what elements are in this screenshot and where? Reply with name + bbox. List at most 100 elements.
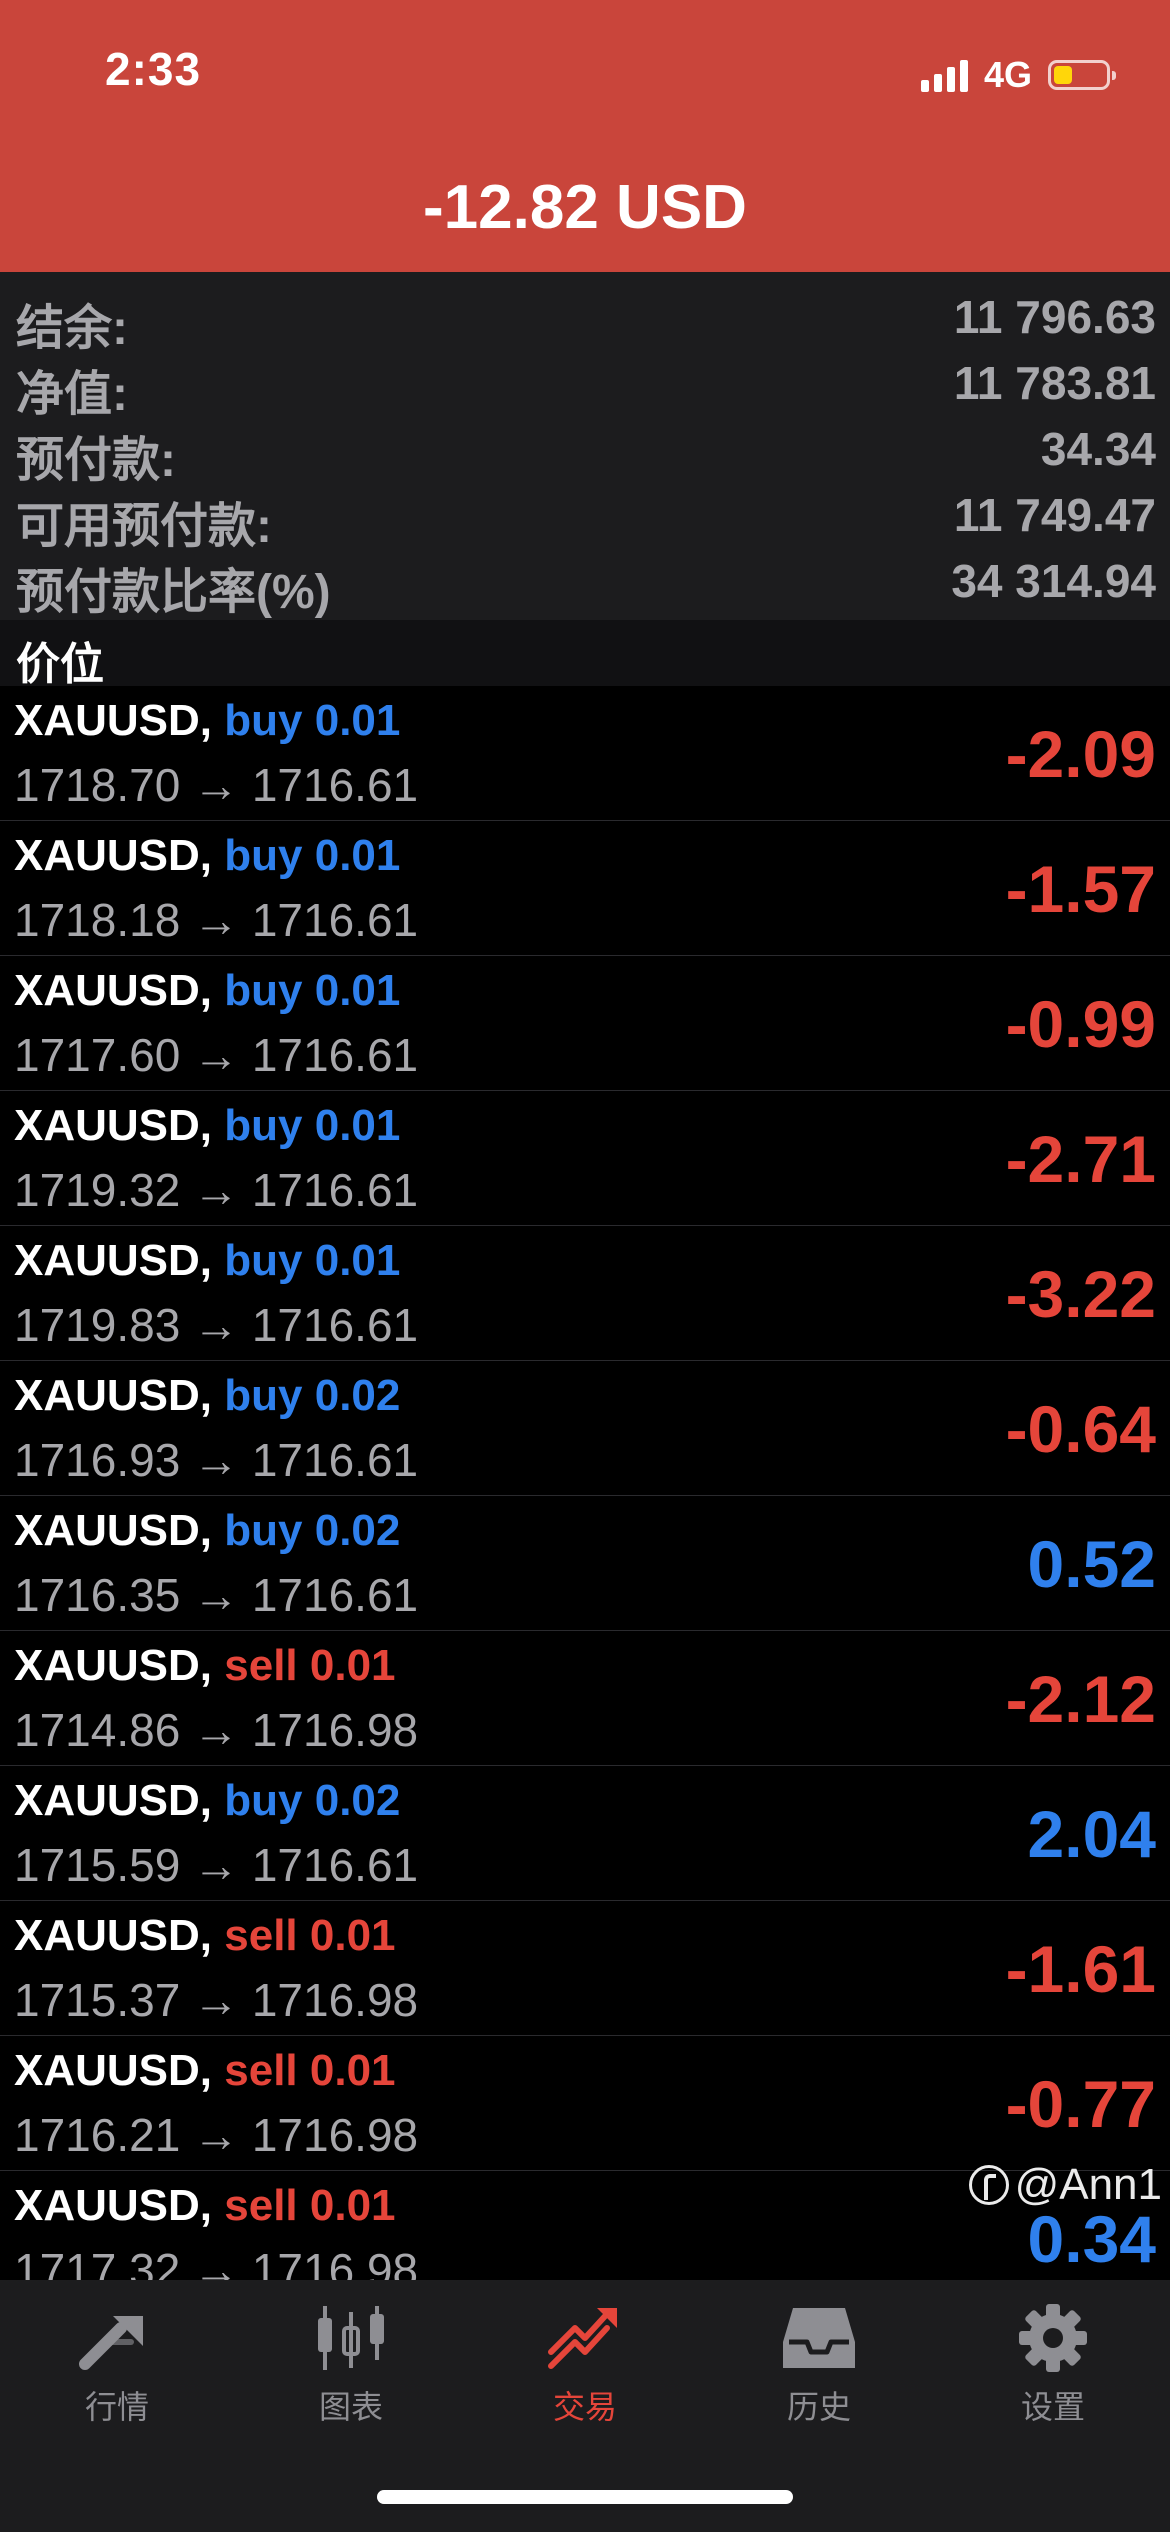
position-title: XAUUSD, sell 0.01: [14, 2046, 396, 2096]
position-side: buy: [224, 1776, 303, 1825]
position-profit: -2.09: [1005, 717, 1156, 791]
home-indicator[interactable]: [377, 2490, 793, 2504]
settings-icon: [1019, 2304, 1087, 2372]
position-title: XAUUSD, buy 0.01: [14, 966, 400, 1016]
position-symbol: XAUUSD,: [14, 1776, 213, 1825]
position-prices: 1716.93 → 1716.61: [14, 1434, 419, 1486]
position-profit: -1.61: [1005, 1932, 1156, 2006]
tab-trade[interactable]: 交易: [468, 2302, 702, 2452]
position-volume: 0.01: [314, 696, 401, 745]
position-symbol: XAUUSD,: [14, 2046, 213, 2095]
position-symbol: XAUUSD,: [14, 1371, 213, 1420]
position-volume: 0.01: [309, 2181, 396, 2230]
position-title: XAUUSD, sell 0.01: [14, 2181, 396, 2231]
position-volume: 0.01: [314, 1236, 401, 1285]
position-profit: -0.77: [1005, 2067, 1156, 2141]
position-prices: 1719.32 → 1716.61: [14, 1164, 419, 1216]
position-title: XAUUSD, buy 0.02: [14, 1371, 400, 1421]
position-side: buy: [224, 696, 303, 745]
position-side: buy: [224, 1371, 303, 1420]
margin-level-label: 预付款比率(%): [16, 566, 331, 619]
summary-row-margin-level: 预付款比率(%) 34 314.94: [0, 546, 1170, 619]
position-symbol: XAUUSD,: [14, 1641, 213, 1690]
position-symbol: XAUUSD,: [14, 1506, 213, 1555]
position-title: XAUUSD, sell 0.01: [14, 1911, 396, 1961]
account-summary: 结余: 11 796.63 净值: 11 783.81 预付款: 34.34 可…: [0, 272, 1170, 620]
position-side: sell: [224, 2181, 298, 2230]
margin-level-value: 34 314.94: [951, 555, 1156, 607]
watermark: @Ann1: [968, 2160, 1162, 2210]
position-volume: 0.01: [314, 1101, 401, 1150]
position-symbol: XAUUSD,: [14, 2181, 213, 2230]
history-icon: [783, 2308, 855, 2368]
position-title: XAUUSD, buy 0.02: [14, 1506, 400, 1556]
watermark-text: @Ann1: [1014, 2160, 1162, 2209]
position-row[interactable]: XAUUSD, buy 0.01 1719.32 → 1716.61 -2.71: [0, 1091, 1170, 1226]
position-row[interactable]: XAUUSD, sell 0.01 1715.37 → 1716.98 -1.61: [0, 1901, 1170, 2036]
summary-row-free-margin: 可用预付款: 11 749.47: [0, 480, 1170, 553]
position-side: sell: [224, 2046, 298, 2095]
balance-value: 11 796.63: [953, 291, 1156, 343]
tab-quotes-label: 行情: [84, 2389, 149, 2425]
tab-quotes[interactable]: 行情: [0, 2302, 234, 2452]
position-symbol: XAUUSD,: [14, 1101, 213, 1150]
position-prices: 1717.60 → 1716.61: [14, 1029, 419, 1081]
position-profit: -2.12: [1005, 1662, 1156, 1736]
position-row[interactable]: XAUUSD, buy 0.02 1716.35 → 1716.61 0.52: [0, 1496, 1170, 1631]
position-row[interactable]: XAUUSD, sell 0.01 1716.21 → 1716.98 -0.77: [0, 2036, 1170, 2171]
account-header: 2:33 4G -12.82 USD: [0, 0, 1170, 272]
position-volume: 0.01: [309, 1641, 396, 1690]
equity-value: 11 783.81: [953, 357, 1156, 409]
position-row[interactable]: XAUUSD, buy 0.01 1718.70 → 1716.61 -2.09: [0, 686, 1170, 821]
position-profit: 0.34: [1027, 2202, 1156, 2276]
quotes-icon: [79, 2316, 143, 2370]
position-side: buy: [224, 831, 303, 880]
tab-trade-label: 交易: [552, 2389, 617, 2425]
total-profit: -12.82 USD: [423, 173, 747, 242]
tab-chart[interactable]: 图表: [234, 2302, 468, 2452]
network-type: 4G: [983, 54, 1032, 95]
position-volume: 0.02: [314, 1371, 401, 1420]
position-profit: -3.22: [1005, 1257, 1156, 1331]
margin-value: 34.34: [1040, 423, 1156, 475]
tab-settings[interactable]: 设置: [936, 2302, 1170, 2452]
battery-icon: [1048, 60, 1116, 90]
tab-settings-label: 设置: [1020, 2389, 1085, 2425]
position-side: sell: [224, 1911, 298, 1960]
position-prices: 1718.70 → 1716.61: [14, 759, 419, 811]
position-prices: 1715.37 → 1716.98: [14, 1974, 419, 2026]
position-volume: 0.01: [309, 2046, 396, 2095]
position-profit: -1.57: [1005, 852, 1156, 926]
position-symbol: XAUUSD,: [14, 1236, 213, 1285]
position-profit: -0.99: [1005, 987, 1156, 1061]
position-prices: 1714.86 → 1716.98: [14, 1704, 419, 1756]
position-prices: 1718.18 → 1716.61: [14, 894, 419, 946]
position-title: XAUUSD, buy 0.01: [14, 696, 400, 746]
position-title: XAUUSD, buy 0.02: [14, 1776, 400, 1826]
summary-row-equity: 净值: 11 783.81: [0, 348, 1170, 421]
position-row[interactable]: XAUUSD, buy 0.01 1718.18 → 1716.61 -1.57: [0, 821, 1170, 956]
position-profit: 0.52: [1027, 1527, 1156, 1601]
position-volume: 0.02: [314, 1506, 401, 1555]
position-side: buy: [224, 1236, 303, 1285]
position-volume: 0.02: [314, 1776, 401, 1825]
summary-row-balance: 结余: 11 796.63: [0, 282, 1170, 355]
position-title: XAUUSD, sell 0.01: [14, 1641, 396, 1691]
position-row[interactable]: XAUUSD, buy 0.01 1717.60 → 1716.61 -0.99: [0, 956, 1170, 1091]
position-row[interactable]: XAUUSD, buy 0.02 1716.93 → 1716.61 -0.64: [0, 1361, 1170, 1496]
status-indicators: 4G: [920, 50, 1120, 100]
position-side: sell: [224, 1641, 298, 1690]
position-row[interactable]: XAUUSD, buy 0.01 1719.83 → 1716.61 -3.22: [0, 1226, 1170, 1361]
position-prices: 1716.21 → 1716.98: [14, 2109, 419, 2161]
position-row[interactable]: XAUUSD, buy 0.02 1715.59 → 1716.61 2.04: [0, 1766, 1170, 1901]
position-row[interactable]: XAUUSD, sell 0.01 1714.86 → 1716.98 -2.12: [0, 1631, 1170, 1766]
tab-history[interactable]: 历史: [702, 2302, 936, 2452]
tab-chart-label: 图表: [318, 2389, 383, 2425]
position-title: XAUUSD, buy 0.01: [14, 1236, 400, 1286]
positions-list[interactable]: XAUUSD, buy 0.01 1718.70 → 1716.61 -2.09 XA…: [0, 686, 1170, 2280]
section-title: 价位: [16, 640, 104, 689]
position-side: buy: [224, 1101, 303, 1150]
position-title: XAUUSD, buy 0.01: [14, 831, 400, 881]
position-symbol: XAUUSD,: [14, 831, 213, 880]
position-symbol: XAUUSD,: [14, 966, 213, 1015]
